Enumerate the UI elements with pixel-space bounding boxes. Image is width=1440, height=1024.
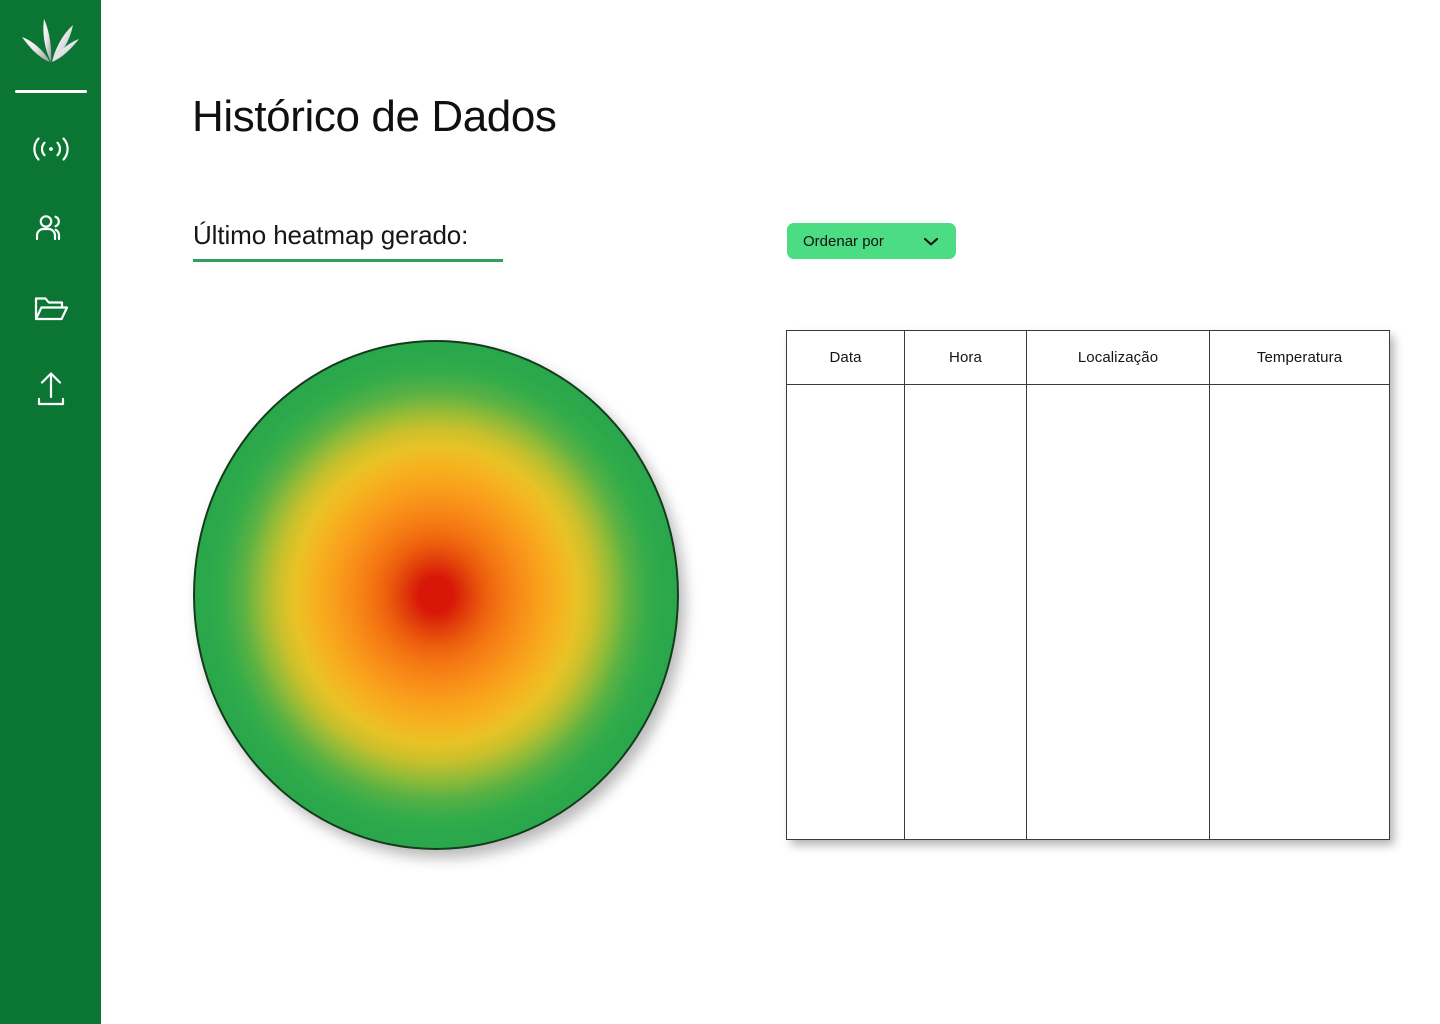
table-head: Data Hora Localização Temperatura xyxy=(786,330,1390,385)
heatmap-section-heading: Último heatmap gerado: xyxy=(193,220,503,262)
table-cell-hora xyxy=(904,384,1027,840)
table-header-row: Data Hora Localização Temperatura xyxy=(786,330,1390,385)
heatmap-visualization xyxy=(193,340,679,850)
signal-broadcast-icon xyxy=(29,129,73,169)
heatmap-subtitle: Último heatmap gerado: xyxy=(193,220,469,250)
subtitle-underline xyxy=(193,259,503,262)
sort-by-label: Ordenar por xyxy=(803,232,884,250)
table-cell-data xyxy=(786,384,905,840)
column-header-data[interactable]: Data xyxy=(786,330,905,385)
table-cell-temperatura xyxy=(1209,384,1390,840)
column-header-temperatura[interactable]: Temperatura xyxy=(1209,330,1390,385)
sidebar-item-enviar[interactable] xyxy=(19,361,83,417)
open-folder-icon xyxy=(29,289,73,329)
upload-icon xyxy=(29,367,73,411)
page-title: Histórico de Dados xyxy=(192,92,557,141)
sidebar xyxy=(0,0,101,1024)
sidebar-item-monitoramento[interactable] xyxy=(19,121,83,177)
sort-by-dropdown[interactable]: Ordenar por xyxy=(787,223,956,259)
heatmap-circle xyxy=(193,340,679,850)
column-header-localizacao[interactable]: Localização xyxy=(1026,330,1210,385)
table-cell-localizacao xyxy=(1026,384,1210,840)
grass-leaves-logo xyxy=(19,14,83,66)
sidebar-item-arquivos[interactable] xyxy=(19,281,83,337)
sidebar-item-usuarios[interactable] xyxy=(19,201,83,257)
main-content: Histórico de Dados Último heatmap gerado… xyxy=(101,0,1440,1024)
table-row xyxy=(786,384,1390,840)
column-header-hora[interactable]: Hora xyxy=(904,330,1027,385)
users-icon xyxy=(29,209,73,249)
sidebar-nav xyxy=(0,121,101,417)
chevron-down-icon xyxy=(922,235,940,247)
table-body xyxy=(786,384,1390,840)
sidebar-divider xyxy=(14,90,87,93)
history-table: Data Hora Localização Temperatura xyxy=(786,330,1390,840)
history-table-container: Data Hora Localização Temperatura xyxy=(786,330,1390,840)
